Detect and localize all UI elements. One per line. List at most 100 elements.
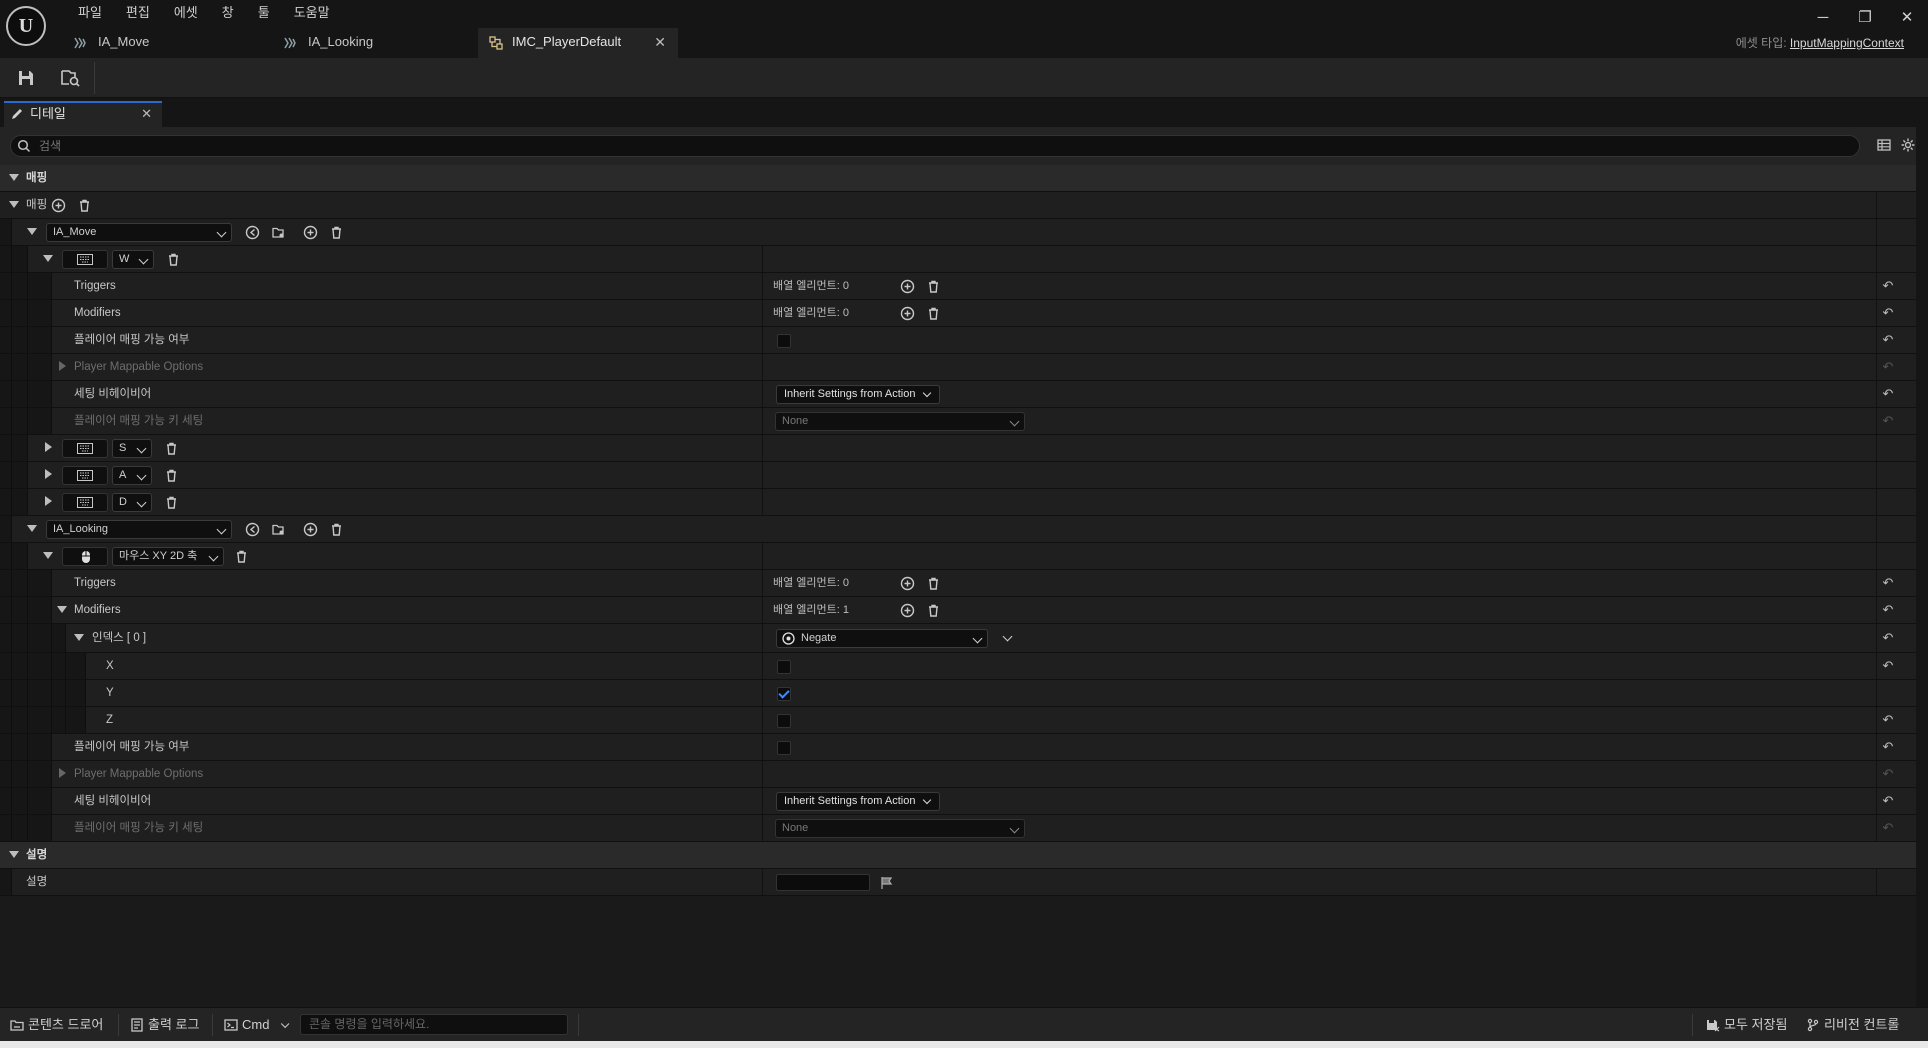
cmd-selector[interactable]: Cmd: [222, 1008, 290, 1042]
key-setting-dropdown[interactable]: None: [775, 819, 1025, 838]
modifier-class-dropdown[interactable]: Negate: [776, 629, 988, 648]
expand-arrow-icon[interactable]: [59, 361, 66, 371]
revision-control-button[interactable]: 리비전 컨트롤: [1804, 1008, 1899, 1042]
mouse-icon[interactable]: [62, 547, 108, 566]
tab-imc-playerdefault[interactable]: IMC_PlayerDefault ✕: [478, 28, 678, 58]
expand-arrow-icon[interactable]: [57, 606, 67, 613]
add-element-icon[interactable]: [900, 576, 915, 591]
trash-icon[interactable]: [926, 279, 941, 294]
trash-icon[interactable]: [77, 198, 92, 213]
tab-ia-move[interactable]: IA_Move: [58, 28, 268, 58]
negate-x-checkbox[interactable]: [777, 660, 791, 674]
expand-arrow-icon[interactable]: [43, 552, 53, 559]
close-icon[interactable]: ✕: [654, 28, 666, 56]
expand-arrow-icon[interactable]: [74, 634, 84, 641]
reset-to-default-icon[interactable]: ↶: [1880, 387, 1896, 401]
setting-behavior-dropdown[interactable]: Inherit Settings from Action: [776, 792, 941, 811]
reset-to-default-icon[interactable]: ↶: [1880, 603, 1896, 617]
table-view-icon[interactable]: [1876, 137, 1892, 153]
reset-to-default-icon[interactable]: ↶: [1880, 821, 1896, 835]
save-icon[interactable]: [14, 66, 38, 90]
trash-icon[interactable]: [164, 468, 179, 483]
trash-icon[interactable]: [166, 252, 181, 267]
player-mappable-checkbox[interactable]: [777, 334, 791, 348]
use-selected-icon[interactable]: [245, 522, 260, 537]
expand-arrow-icon[interactable]: [9, 174, 19, 181]
reset-to-default-icon[interactable]: ↶: [1880, 713, 1896, 727]
trash-icon[interactable]: [234, 549, 249, 564]
setting-behavior-dropdown[interactable]: Inherit Settings from Action: [776, 385, 941, 404]
description-input[interactable]: [776, 874, 870, 891]
action-select-ia-move[interactable]: IA_Move: [46, 223, 232, 242]
tab-ia-looking[interactable]: IA_Looking: [268, 28, 478, 58]
menu-edit[interactable]: 편집: [114, 3, 162, 23]
expand-arrow-icon[interactable]: [45, 469, 52, 479]
reset-to-default-icon[interactable]: ↶: [1880, 279, 1896, 293]
chevron-down-icon[interactable]: [1002, 631, 1013, 642]
expand-arrow-icon[interactable]: [45, 496, 52, 506]
close-window-icon[interactable]: ✕: [1886, 6, 1928, 28]
reset-to-default-icon[interactable]: ↶: [1880, 659, 1896, 673]
output-log-button[interactable]: 출력 로그: [128, 1008, 199, 1042]
browse-folder-icon[interactable]: [271, 225, 286, 240]
key-select-w[interactable]: W: [112, 250, 154, 269]
add-element-icon[interactable]: [900, 279, 915, 294]
reset-to-default-icon[interactable]: ↶: [1880, 360, 1896, 374]
add-element-icon[interactable]: [303, 522, 318, 537]
reset-to-default-icon[interactable]: ↶: [1880, 631, 1896, 645]
trash-icon[interactable]: [926, 306, 941, 321]
close-icon[interactable]: ✕: [141, 103, 152, 125]
negate-z-checkbox[interactable]: [777, 714, 791, 728]
expand-arrow-icon[interactable]: [45, 442, 52, 452]
browse-folder-icon[interactable]: [271, 522, 286, 537]
trash-icon[interactable]: [329, 522, 344, 537]
menu-asset[interactable]: 에셋: [162, 3, 210, 23]
expand-arrow-icon[interactable]: [27, 525, 37, 532]
key-select-s[interactable]: S: [112, 439, 152, 458]
key-setting-dropdown[interactable]: None: [775, 412, 1025, 431]
restore-icon[interactable]: ❐: [1844, 6, 1886, 28]
console-command-input[interactable]: 콘솔 명령을 입력하세요.: [300, 1014, 568, 1035]
menu-tools[interactable]: 툴: [246, 3, 282, 23]
menu-window[interactable]: 창: [210, 3, 246, 23]
menu-file[interactable]: 파일: [66, 3, 114, 23]
add-element-icon[interactable]: [51, 198, 66, 213]
expand-arrow-icon[interactable]: [43, 255, 53, 262]
save-all-status[interactable]: 모두 저장됨: [1704, 1008, 1787, 1042]
keyboard-icon[interactable]: [62, 250, 108, 269]
action-select-ia-looking[interactable]: IA_Looking: [46, 520, 232, 539]
minimize-icon[interactable]: ─: [1802, 6, 1844, 28]
reset-to-default-icon[interactable]: ↶: [1880, 576, 1896, 590]
reset-to-default-icon[interactable]: ↶: [1880, 306, 1896, 320]
add-element-icon[interactable]: [900, 603, 915, 618]
localization-flag-icon[interactable]: [880, 876, 894, 890]
trash-icon[interactable]: [329, 225, 344, 240]
expand-arrow-icon[interactable]: [59, 768, 66, 778]
trash-icon[interactable]: [926, 576, 941, 591]
expand-arrow-icon[interactable]: [27, 228, 37, 235]
keyboard-icon[interactable]: [62, 493, 108, 512]
add-element-icon[interactable]: [900, 306, 915, 321]
key-select-d[interactable]: D: [112, 493, 152, 512]
expand-arrow-icon[interactable]: [9, 851, 19, 858]
content-drawer-button[interactable]: 콘텐츠 드로어: [8, 1008, 103, 1042]
key-select-a[interactable]: A: [112, 466, 152, 485]
category-description[interactable]: 설명: [0, 842, 1916, 869]
key-select-mouse-xy[interactable]: 마우스 XY 2D 축: [112, 547, 224, 566]
keyboard-icon[interactable]: [62, 439, 108, 458]
trash-icon[interactable]: [164, 441, 179, 456]
tab-details[interactable]: 디테일 ✕: [4, 101, 162, 127]
player-mappable-checkbox[interactable]: [777, 741, 791, 755]
reset-to-default-icon[interactable]: ↶: [1880, 333, 1896, 347]
reset-to-default-icon[interactable]: ↶: [1880, 794, 1896, 808]
reset-to-default-icon[interactable]: ↶: [1880, 767, 1896, 781]
asset-type-link[interactable]: InputMappingContext: [1790, 36, 1904, 50]
expand-arrow-icon[interactable]: [9, 201, 19, 208]
add-element-icon[interactable]: [303, 225, 318, 240]
menu-help[interactable]: 도움말: [282, 3, 342, 23]
trash-icon[interactable]: [926, 603, 941, 618]
category-mapping[interactable]: 매핑: [0, 165, 1916, 192]
negate-y-checkbox[interactable]: [777, 687, 791, 701]
browse-asset-icon[interactable]: [58, 66, 82, 90]
unreal-logo-icon[interactable]: U: [6, 6, 46, 46]
